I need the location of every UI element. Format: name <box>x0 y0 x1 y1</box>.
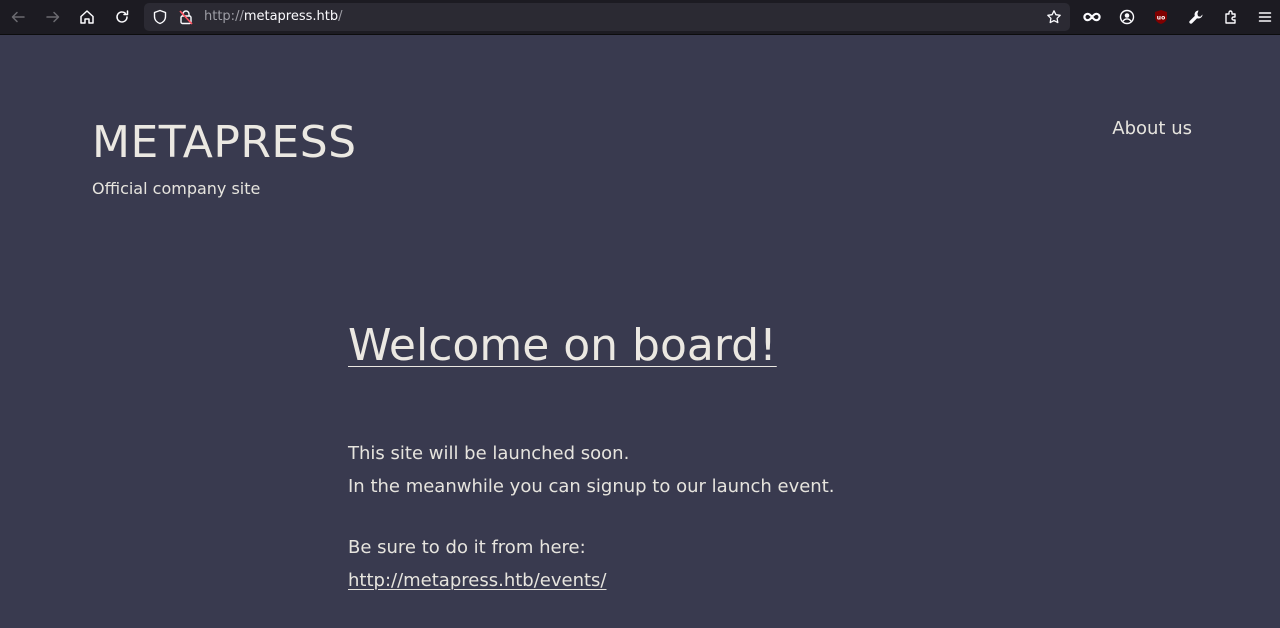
bookmark-button[interactable] <box>1041 5 1067 29</box>
site-title[interactable]: METAPRESS <box>92 117 357 169</box>
reload-icon <box>116 10 129 23</box>
site-tagline: Official company site <box>92 179 261 198</box>
home-button[interactable] <box>74 5 100 29</box>
account-icon <box>1119 9 1135 25</box>
tracking-protection-button[interactable] <box>147 5 173 29</box>
arrow-right-icon <box>46 11 60 23</box>
star-icon <box>1047 10 1061 24</box>
url-path: / <box>338 9 343 24</box>
browser-toolbar: http://metapress.htb/ uo <box>0 0 1280 35</box>
forward-button[interactable] <box>40 5 66 29</box>
back-button[interactable] <box>5 5 31 29</box>
tools-button[interactable] <box>1183 5 1209 29</box>
wrench-icon <box>1189 10 1203 24</box>
url-host: metapress.htb <box>243 9 339 24</box>
instruction-text: Be sure to do it from here: <box>348 537 586 558</box>
home-icon <box>80 10 94 24</box>
main-content: This site will be launched soon. In the … <box>348 437 835 597</box>
arrow-left-icon <box>11 11 25 23</box>
hamburger-menu-icon <box>1258 12 1272 22</box>
nav-about-us-link[interactable]: About us <box>1112 117 1192 141</box>
menu-button[interactable] <box>1252 5 1278 29</box>
url-bar[interactable]: http://metapress.htb/ <box>144 3 1070 31</box>
shield-icon <box>153 9 167 25</box>
puzzle-icon <box>1225 10 1236 24</box>
site-security-button[interactable] <box>173 5 199 29</box>
ublock-label: uo <box>1157 15 1165 22</box>
url-scheme: http:// <box>204 9 244 24</box>
welcome-heading[interactable]: Welcome on board! <box>348 318 777 374</box>
infinity-icon <box>1083 12 1101 22</box>
account-button[interactable] <box>1114 5 1140 29</box>
url-text[interactable]: http://metapress.htb/ <box>204 9 343 25</box>
reload-button[interactable] <box>109 5 135 29</box>
extension-infinity-button[interactable] <box>1079 5 1105 29</box>
events-link[interactable]: http://metapress.htb/events/ <box>348 570 607 591</box>
launch-text: This site will be launched soon. <box>348 443 630 464</box>
insecure-lock-icon <box>179 10 193 25</box>
ublock-icon: uo <box>1155 10 1167 24</box>
page-content: METAPRESS Official company site About us… <box>0 35 1280 628</box>
extensions-button[interactable] <box>1218 5 1244 29</box>
signup-text: In the meanwhile you can signup to our l… <box>348 476 835 497</box>
ublock-button[interactable]: uo <box>1148 5 1174 29</box>
